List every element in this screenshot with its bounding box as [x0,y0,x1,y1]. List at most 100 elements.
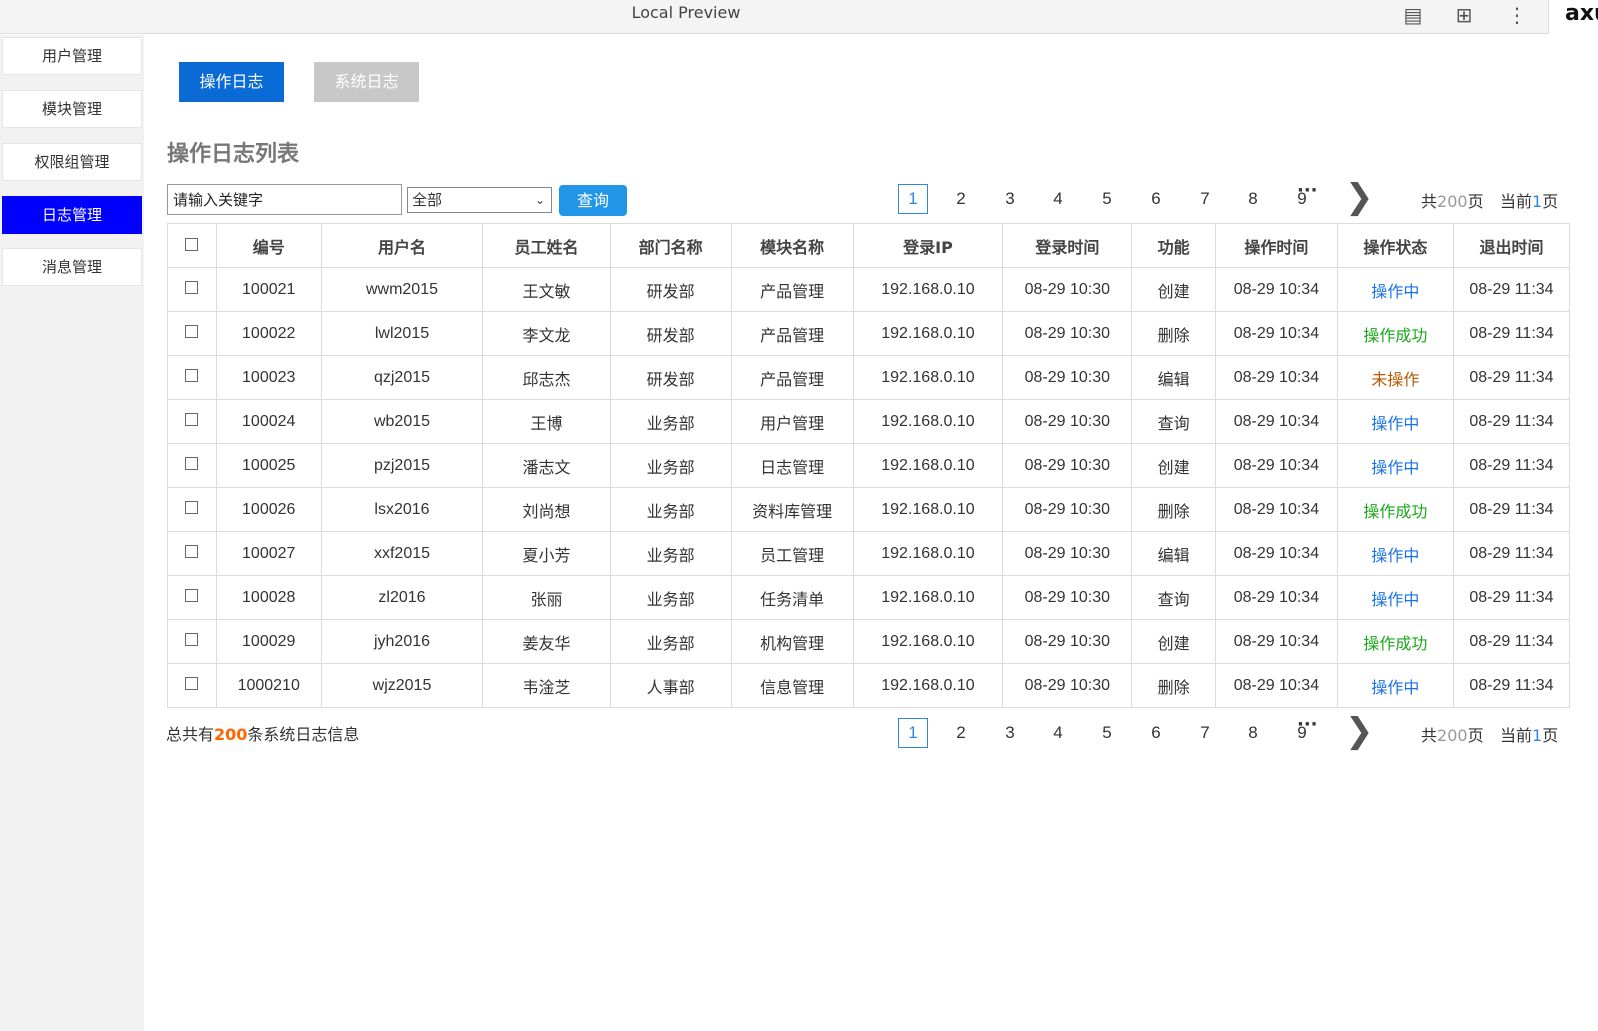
tab-operation-log[interactable]: 操作日志 [179,62,284,102]
cell-func: 删除 [1131,311,1216,356]
column-header: 员工姓名 [482,223,611,268]
cell-module: 员工管理 [730,531,854,576]
cell-id: 100028 [215,575,322,620]
cell-status: 未操作 [1336,355,1454,400]
total-pages-prefix: 共 [1421,192,1438,211]
row-checkbox[interactable] [185,412,199,426]
cell-func: 删除 [1131,487,1216,532]
page-number[interactable]: 8 [1238,184,1268,214]
page-number[interactable]: 3 [995,718,1025,748]
page-number[interactable]: 3 [995,184,1025,214]
log-table: 编号 用户名 员工姓名 部门名称 模块名称 登录IP 登录时间 功能 操作时间 操作状态 退出时间 … [167,223,1571,708]
row-checkbox-cell[interactable] [167,399,217,444]
table-row[interactable]: 100022 lwl2015 李文龙 研发部 产品管理 192.168.0.10 08-29… [167,311,1571,356]
reader-icon[interactable]: ▤ [1401,3,1425,27]
row-checkbox-cell[interactable] [167,267,217,312]
row-checkbox-cell[interactable] [167,311,217,356]
sidebar-item[interactable]: 用户管理 [2,37,142,75]
row-checkbox[interactable] [185,456,199,470]
page-number[interactable]: 1 [898,718,928,748]
window-titlebar: Local Preview ▤ ⊞ ⋮ axu [0,0,1598,34]
page-number[interactable]: 2 [946,184,976,214]
table-row[interactable]: 1000210 wjz2015 韦淦芝 人事部 信息管理 192.168.0.10 08-2… [167,663,1571,708]
table-row[interactable]: 100025 pzj2015 潘志文 业务部 日志管理 192.168.0.10 08-29… [167,443,1571,488]
cell-func: 查询 [1131,575,1216,620]
row-checkbox[interactable] [185,368,199,382]
page-number[interactable]: 6 [1141,184,1171,214]
page-number[interactable]: 4 [1043,718,1073,748]
export-icon[interactable]: ⊞ [1452,3,1476,27]
cell-logout: 08-29 11:34 [1452,267,1571,312]
cell-login: 08-29 10:30 [1002,663,1133,708]
table-row[interactable]: 100024 wb2015 王博 业务部 用户管理 192.168.0.10 08-29 1… [167,399,1571,444]
row-checkbox[interactable] [185,280,199,294]
cell-dept: 业务部 [609,575,732,620]
cell-id: 1000210 [215,663,322,708]
row-checkbox-cell[interactable] [167,355,217,400]
column-header: 操作状态 [1336,223,1454,268]
cell-module: 产品管理 [730,355,854,400]
cell-logout: 08-29 11:34 [1452,311,1571,356]
tab-system-log[interactable]: 系统日志 [314,62,419,102]
cell-name: 张丽 [482,575,611,620]
cell-ip: 192.168.0.10 [852,355,1004,400]
table-row[interactable]: 100029 jyh2016 姜友华 业务部 机构管理 192.168.0.10 08-29… [167,619,1571,664]
cell-name: 王文敏 [482,267,611,312]
select-all-checkbox[interactable] [185,238,199,251]
page-number[interactable]: 7 [1190,718,1220,748]
row-checkbox[interactable] [185,544,199,558]
table-row[interactable]: 100023 qzj2015 邱志杰 研发部 产品管理 192.168.0.10 08-29… [167,355,1571,400]
cell-optime: 08-29 10:34 [1214,443,1338,488]
row-checkbox[interactable] [185,324,199,338]
select-all-checkbox-cell[interactable] [167,223,217,268]
row-checkbox[interactable] [185,632,199,646]
column-header: 部门名称 [609,223,732,268]
cell-login: 08-29 10:30 [1002,267,1133,312]
total-pages-suffix: 页 [1467,192,1484,211]
row-checkbox[interactable] [185,676,199,690]
cell-status: 操作成功 [1336,487,1454,532]
sidebar-item[interactable]: 模块管理 [2,90,142,128]
current-page-suffix: 页 [1542,192,1559,211]
table-row[interactable]: 100028 zl2016 张丽 业务部 任务清单 192.168.0.10 08-29 1… [167,575,1571,620]
column-header: 操作时间 [1214,223,1338,268]
row-checkbox-cell[interactable] [167,619,217,664]
table-row[interactable]: 100021 wwm2015 王文敏 研发部 产品管理 192.168.0.10 08-29… [167,267,1571,312]
page-number[interactable]: 5 [1092,184,1122,214]
row-checkbox[interactable] [185,588,199,602]
table-row[interactable]: 100026 lsx2016 刘尚想 业务部 资料库管理 192.168.0.10 08-2… [167,487,1571,532]
sidebar-item[interactable]: 消息管理 [2,248,142,286]
row-checkbox-cell[interactable] [167,443,217,488]
next-page-chevron-icon[interactable]: ❯ [1345,180,1374,214]
column-header: 用户名 [320,223,484,268]
window-title: Local Preview [631,3,741,22]
row-checkbox-cell[interactable] [167,575,217,620]
page-number[interactable]: 8 [1238,718,1268,748]
sidebar-item[interactable]: 权限组管理 [2,143,142,181]
row-checkbox[interactable] [185,500,199,514]
page-number[interactable]: 1 [898,184,928,214]
cell-login: 08-29 10:30 [1002,443,1133,488]
page-number[interactable]: 4 [1043,184,1073,214]
table-row[interactable]: 100027 xxf2015 夏小芳 业务部 员工管理 192.168.0.10 08-29… [167,531,1571,576]
page-number[interactable]: 6 [1141,718,1171,748]
row-checkbox-cell[interactable] [167,487,217,532]
cell-module: 资料库管理 [730,487,854,532]
cell-func: 编辑 [1131,355,1216,400]
cell-optime: 08-29 10:34 [1214,663,1338,708]
row-checkbox-cell[interactable] [167,531,217,576]
row-checkbox-cell[interactable] [167,663,217,708]
cell-optime: 08-29 10:34 [1214,399,1338,444]
next-page-chevron-icon[interactable]: ❯ [1345,714,1374,748]
total-pages-value: 200 [1437,192,1468,211]
cell-username: lwl2015 [320,311,484,356]
page-number[interactable]: 7 [1190,184,1220,214]
pagination-top: 1 2 3 4 5 6 7 8 9 ··· ❯ 共200页 当前1页 [0,180,1598,214]
page-number[interactable]: 2 [946,718,976,748]
cell-logout: 08-29 11:34 [1452,663,1571,708]
cell-status: 操作中 [1336,399,1454,444]
more-menu-icon[interactable]: ⋮ [1505,3,1529,27]
column-header: 登录IP [852,223,1004,268]
cell-status: 操作成功 [1336,619,1454,664]
page-number[interactable]: 5 [1092,718,1122,748]
